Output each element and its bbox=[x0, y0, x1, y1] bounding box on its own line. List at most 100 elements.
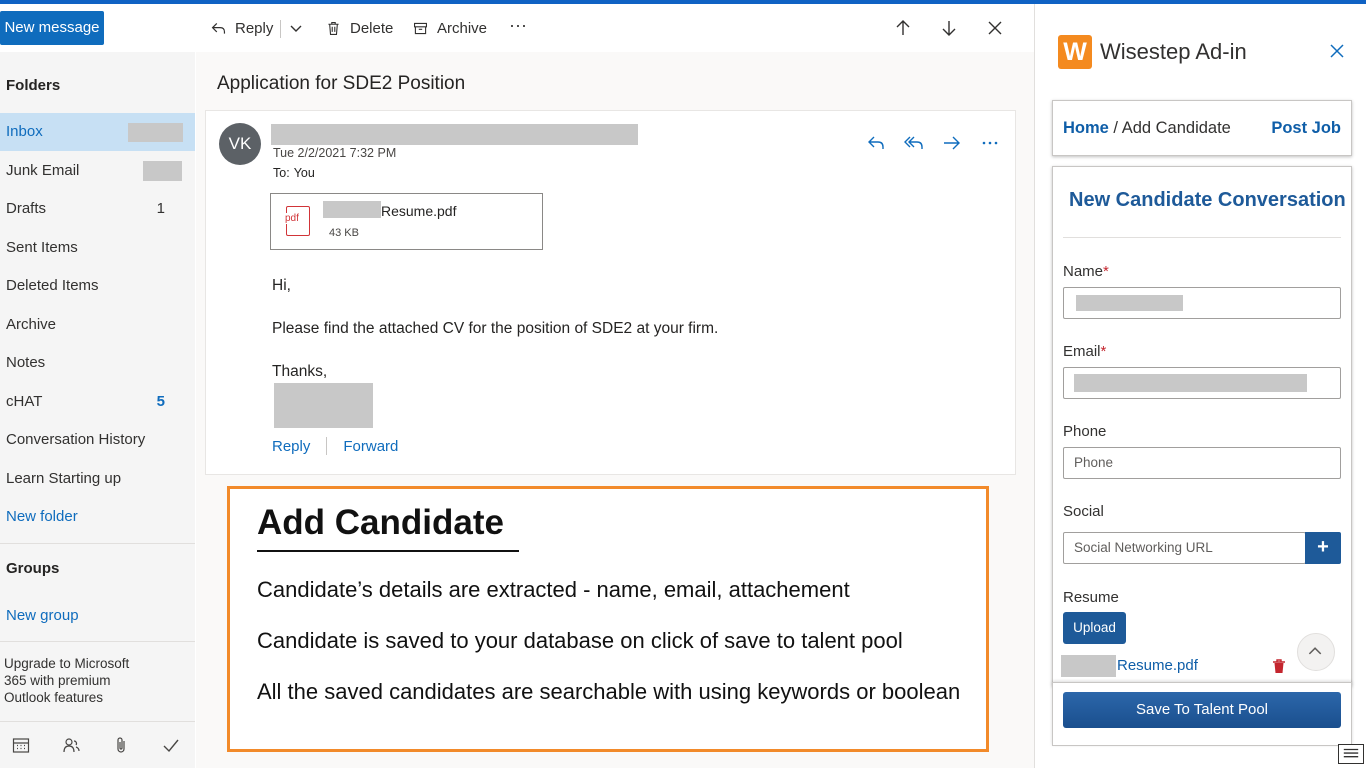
folder-archive[interactable]: Archive bbox=[0, 306, 195, 344]
name-label-text: Name bbox=[1063, 263, 1104, 280]
reply-icon[interactable] bbox=[866, 133, 886, 153]
new-message-button[interactable]: New message bbox=[0, 11, 104, 45]
chevron-down-icon[interactable] bbox=[286, 18, 306, 38]
reply-all-icon[interactable] bbox=[904, 133, 924, 153]
folders-heading: Folders bbox=[6, 77, 61, 94]
upload-button[interactable]: Upload bbox=[1063, 612, 1126, 644]
candidate-form: New Candidate Conversation Name* Email* … bbox=[1052, 166, 1352, 686]
folder-label: Deleted Items bbox=[6, 277, 99, 294]
annotation-line: All the saved candidates are searchable … bbox=[257, 679, 961, 704]
save-to-talent-pool-button[interactable]: Save To Talent Pool bbox=[1063, 692, 1341, 728]
folder-deleted-items[interactable]: Deleted Items bbox=[0, 267, 195, 305]
new-folder-link[interactable]: New folder bbox=[0, 498, 195, 536]
more-actions-button[interactable]: ··· bbox=[509, 13, 527, 37]
folder-inbox[interactable]: Inbox bbox=[0, 113, 195, 151]
folder-count: 5 bbox=[156, 393, 165, 410]
recipient-line: To: You bbox=[273, 166, 315, 180]
redacted-signature bbox=[274, 383, 373, 428]
folder-label: Drafts bbox=[6, 200, 47, 217]
breadcrumb-home-link[interactable]: Home bbox=[1063, 119, 1109, 137]
reply-icon bbox=[211, 22, 226, 34]
post-job-link[interactable]: Post Job bbox=[1271, 119, 1341, 138]
inline-forward-link[interactable]: Forward bbox=[343, 438, 398, 455]
social-url-field[interactable]: Social Networking URL bbox=[1063, 532, 1306, 564]
delete-button[interactable]: Delete bbox=[325, 16, 393, 40]
reply-button[interactable]: Reply bbox=[210, 16, 273, 40]
resume-label: Resume bbox=[1063, 589, 1119, 606]
trash-icon bbox=[328, 21, 339, 35]
body-closing: Thanks, bbox=[272, 363, 328, 380]
folder-notes[interactable]: Notes bbox=[0, 344, 195, 382]
message-date: Tue 2/2/2021 7:32 PM bbox=[273, 146, 397, 160]
redacted-count bbox=[143, 161, 182, 181]
sender-avatar[interactable]: VK bbox=[219, 123, 261, 165]
add-social-button[interactable]: + bbox=[1305, 532, 1341, 564]
more-icon[interactable] bbox=[980, 133, 1000, 153]
toolbar-divider bbox=[280, 20, 281, 38]
new-group-link[interactable]: New group bbox=[0, 597, 195, 635]
folder-junk-email[interactable]: Junk Email bbox=[0, 152, 195, 190]
archive-label: Archive bbox=[437, 19, 488, 37]
pdf-file-icon: pdf bbox=[284, 206, 310, 236]
folder-conversation-history[interactable]: Conversation History bbox=[0, 421, 195, 459]
arrow-up-icon[interactable] bbox=[893, 18, 913, 38]
trash-icon[interactable] bbox=[1272, 659, 1286, 674]
paperclip-icon[interactable] bbox=[111, 735, 131, 755]
folder-learn-starting-up[interactable]: Learn Starting up bbox=[0, 460, 195, 498]
to-value: You bbox=[293, 166, 315, 180]
redacted-resume-prefix bbox=[1061, 655, 1116, 677]
folder-drafts[interactable]: Drafts 1 bbox=[0, 190, 195, 228]
archive-button[interactable]: Archive bbox=[412, 16, 487, 40]
close-icon[interactable] bbox=[985, 18, 1005, 38]
arrow-down-icon[interactable] bbox=[939, 18, 959, 38]
folder-label: Notes bbox=[6, 354, 46, 371]
close-icon[interactable] bbox=[1328, 42, 1346, 60]
link-divider bbox=[326, 437, 328, 455]
scroll-up-button[interactable] bbox=[1297, 633, 1335, 671]
people-icon[interactable] bbox=[61, 735, 81, 755]
wisestep-addin-pane: W Wisestep Ad-in Home / Add Candidate Po… bbox=[1034, 4, 1366, 768]
breadcrumb-card: Home / Add Candidate Post Job bbox=[1052, 100, 1352, 156]
inline-reply-link[interactable]: Reply bbox=[272, 438, 310, 455]
email-label-text: Email bbox=[1063, 343, 1101, 360]
groups-heading: Groups bbox=[6, 560, 60, 577]
folder-label: Learn Starting up bbox=[6, 470, 122, 487]
save-footer: Save To Talent Pool bbox=[1052, 682, 1352, 746]
required-mark: * bbox=[1100, 343, 1107, 360]
redacted-name bbox=[1076, 295, 1183, 311]
message-subject: Application for SDE2 Position bbox=[217, 73, 466, 94]
phone-field[interactable]: Phone bbox=[1063, 447, 1341, 479]
attachment-card[interactable]: pdf Resume.pdf 43 KB bbox=[270, 193, 543, 250]
folder-label: Junk Email bbox=[6, 162, 80, 179]
inline-reply-links: Reply Forward bbox=[272, 437, 398, 455]
annotation-title: Add Candidate bbox=[257, 503, 504, 542]
breadcrumb: Home / Add Candidate bbox=[1063, 119, 1231, 138]
attachment-name: Resume.pdf bbox=[381, 203, 457, 219]
delete-label: Delete bbox=[350, 19, 394, 37]
email-field[interactable] bbox=[1063, 367, 1341, 399]
to-label: To: bbox=[273, 166, 290, 180]
attachment-size: 43 KB bbox=[329, 227, 359, 239]
breadcrumb-separator: / bbox=[1108, 119, 1122, 137]
folder-pane: Folders Inbox Junk Email Drafts 1 Sent I… bbox=[0, 52, 195, 768]
annotation-line: Candidate’s details are extracted - name… bbox=[257, 577, 850, 602]
wisestep-logo: W bbox=[1058, 35, 1092, 69]
folder-label: Conversation History bbox=[6, 431, 146, 448]
name-field[interactable] bbox=[1063, 287, 1341, 319]
feature-annotation-box: Add Candidate Candidate’s details are ex… bbox=[227, 486, 989, 752]
forward-icon[interactable] bbox=[942, 133, 962, 153]
folder-sent-items[interactable]: Sent Items bbox=[0, 229, 195, 267]
email-label: Email* bbox=[1063, 343, 1106, 360]
redacted-email bbox=[1074, 374, 1307, 392]
redacted-count bbox=[128, 123, 183, 142]
form-title: New Candidate Conversation bbox=[1069, 189, 1346, 211]
checkmark-icon[interactable] bbox=[161, 735, 181, 755]
folder-chat[interactable]: cHAT 5 bbox=[0, 383, 195, 421]
folder-label: Sent Items bbox=[6, 239, 78, 256]
breadcrumb-current: Add Candidate bbox=[1121, 119, 1231, 137]
calendar-icon[interactable] bbox=[11, 735, 31, 755]
menu-icon[interactable] bbox=[1338, 744, 1364, 764]
resume-file-link[interactable]: Resume.pdf bbox=[1117, 657, 1198, 674]
upgrade-banner[interactable]: Upgrade to Microsoft 365 with premium Ou… bbox=[4, 655, 154, 706]
redacted-sender bbox=[271, 124, 638, 145]
